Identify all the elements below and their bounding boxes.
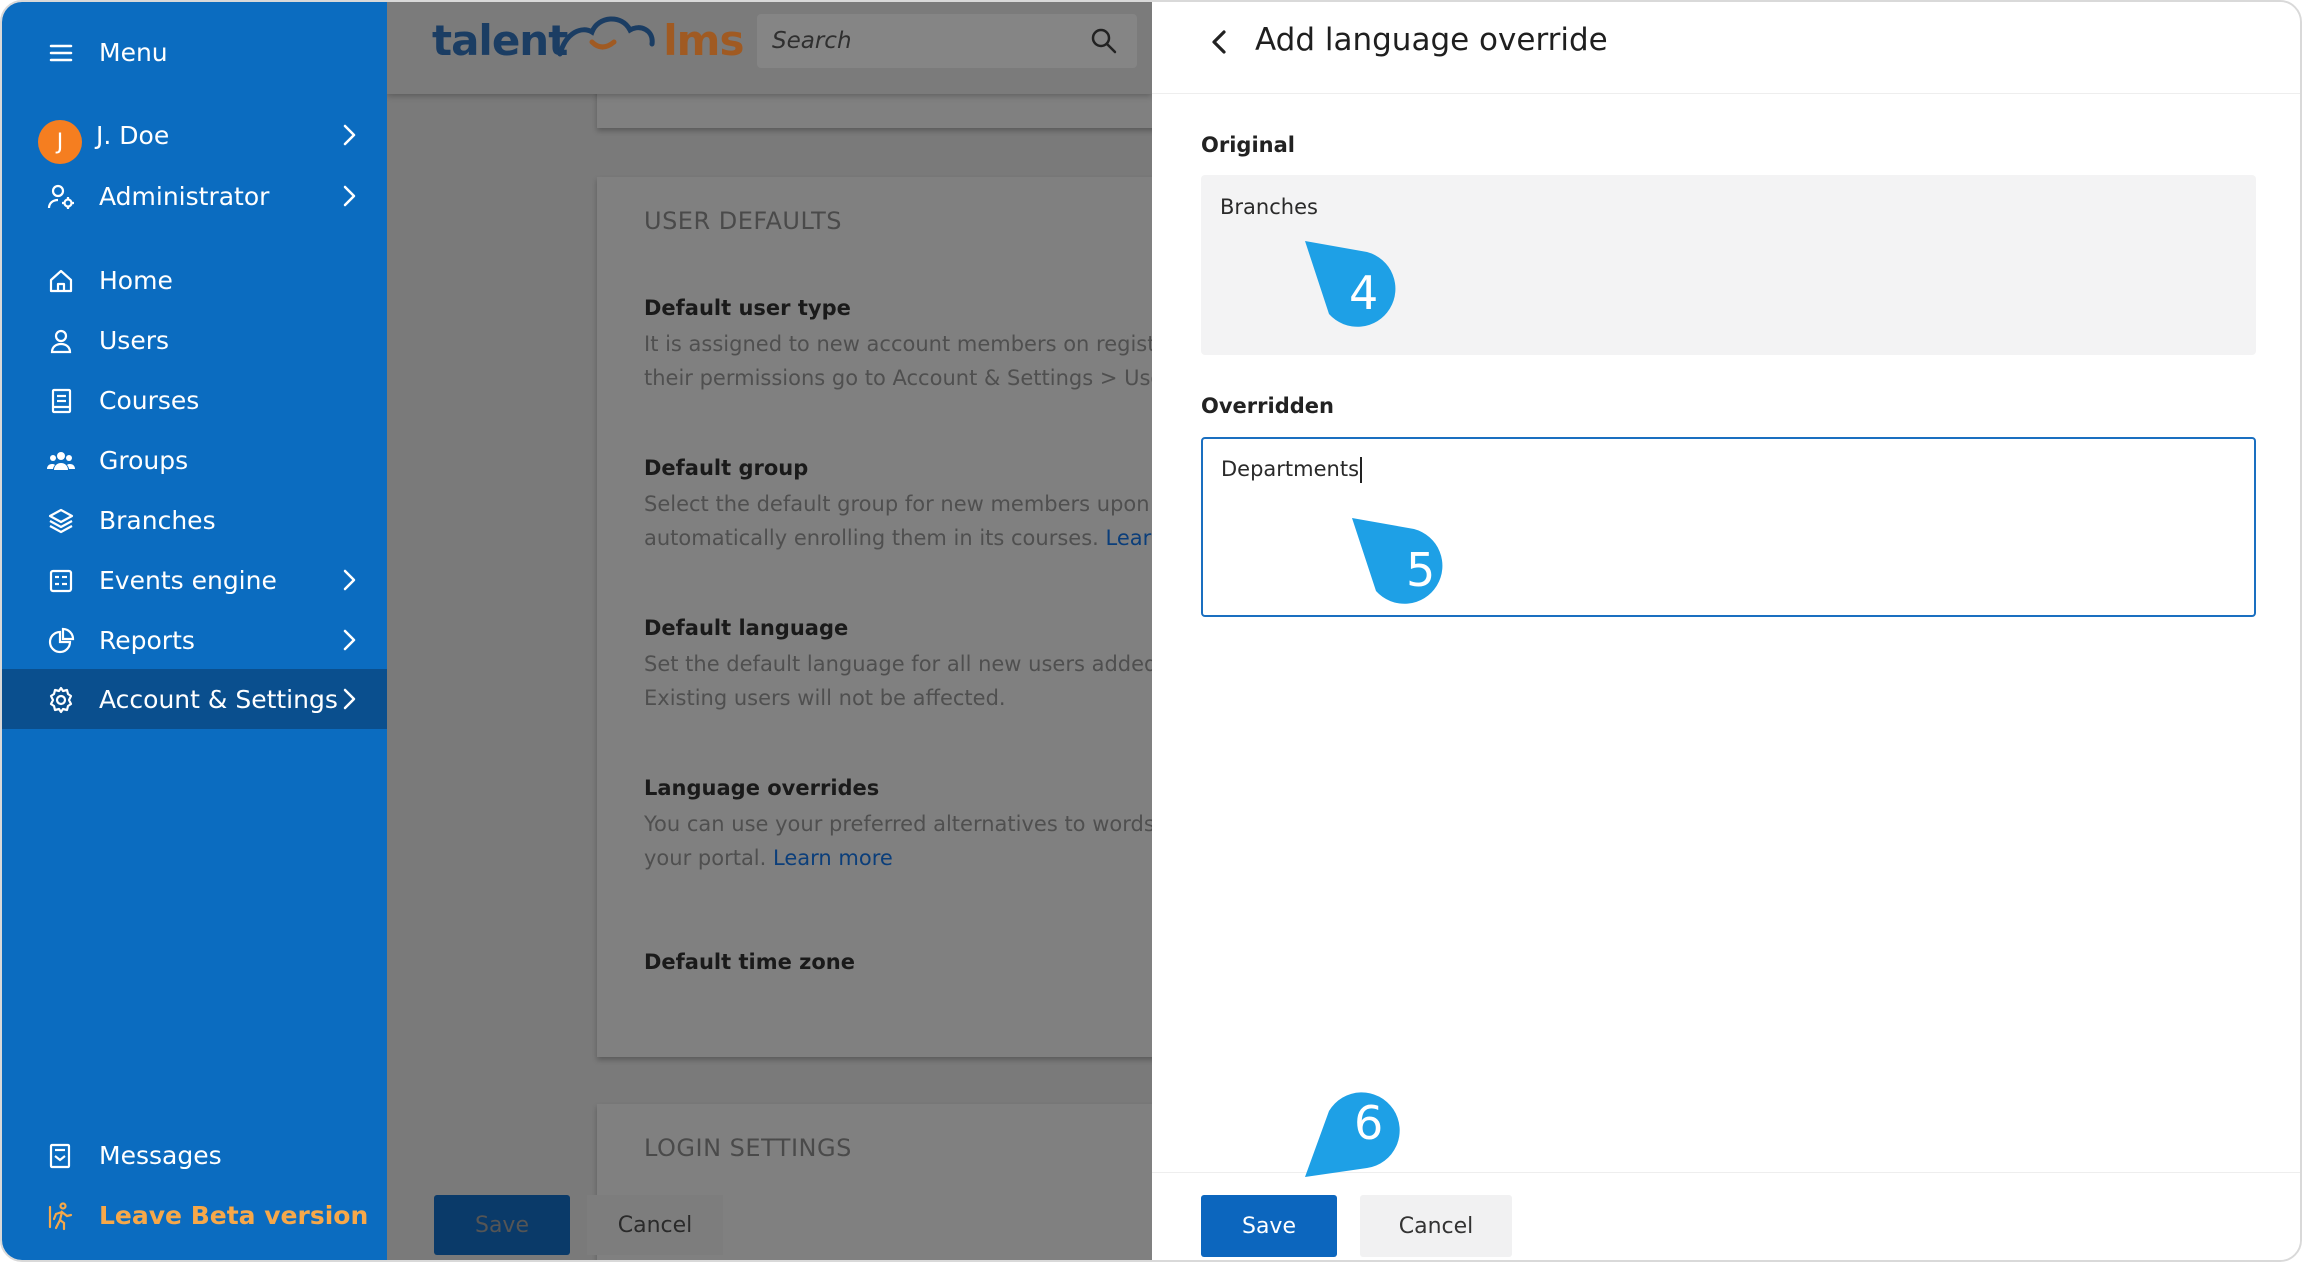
- background-cancel-button[interactable]: Cancel: [587, 1195, 723, 1255]
- exit-icon: [48, 1202, 73, 1231]
- learn-more-link[interactable]: Learn more: [773, 846, 893, 870]
- sidebar-item-reports[interactable]: Reports: [2, 610, 387, 670]
- sidebar-item-label: Events engine: [99, 565, 277, 595]
- learn-more-link[interactable]: Learn mo: [1106, 526, 1152, 550]
- background-save-button[interactable]: Save: [434, 1195, 570, 1255]
- chevron-right-icon: [343, 569, 356, 591]
- sidebar: Menu J J. Doe Administrator Home Users C…: [2, 2, 387, 1260]
- sidebar-item-label: Reports: [99, 625, 195, 655]
- cloud-logo-icon: [557, 16, 655, 57]
- messages-icon: [49, 1143, 71, 1169]
- book-icon: [51, 388, 72, 414]
- original-label: Original: [1201, 133, 1295, 157]
- sidebar-item-label: Courses: [99, 385, 200, 415]
- step-callout-4: 4: [1302, 238, 1412, 338]
- panel-header: Add language override: [1152, 2, 2300, 94]
- back-arrow-icon[interactable]: [1202, 24, 1238, 60]
- login-settings-title: LOGIN SETTINGS: [644, 1134, 852, 1162]
- default-group-label: Default group: [644, 456, 809, 480]
- save-button[interactable]: Save: [1201, 1195, 1337, 1257]
- sidebar-item-label: Users: [99, 325, 170, 355]
- sidebar-item-user[interactable]: J J. Doe: [2, 105, 387, 165]
- cancel-button[interactable]: Cancel: [1360, 1195, 1512, 1257]
- default-group-desc: Select the default group for new members…: [644, 487, 1152, 555]
- search-input[interactable]: Search: [757, 14, 1137, 68]
- hamburger-icon: [49, 44, 73, 62]
- chevron-right-icon: [343, 688, 356, 710]
- home-icon: [49, 269, 73, 293]
- leave-beta-label: Leave Beta version: [99, 1200, 369, 1230]
- language-override-panel: Add language override Original Branches …: [1152, 2, 2300, 1260]
- menu-label: Menu: [99, 37, 168, 67]
- role-label: Administrator: [99, 181, 270, 211]
- sidebar-item-label: Home: [99, 265, 173, 295]
- search-icon: [1091, 28, 1117, 54]
- groups-icon: [47, 452, 75, 470]
- sidebar-item-home[interactable]: Home: [2, 250, 387, 310]
- leave-beta-link[interactable]: Leave Beta version: [2, 1185, 387, 1245]
- chevron-right-icon: [343, 185, 356, 207]
- default-user-type-desc: It is assigned to new account members on…: [644, 332, 1152, 390]
- default-time-zone-label: Default time zone: [644, 950, 855, 974]
- sidebar-item-label: Branches: [99, 505, 216, 535]
- user-icon: [50, 329, 72, 354]
- avatar: J: [38, 120, 82, 164]
- sidebar-item-events-engine[interactable]: Events engine: [2, 550, 387, 610]
- default-language-desc: Set the default language for all new use…: [644, 652, 1152, 710]
- overridden-label: Overridden: [1201, 394, 1334, 418]
- app-window: Menu J J. Doe Administrator Home Users C…: [0, 0, 2302, 1262]
- overridden-value: Departments: [1221, 457, 1363, 483]
- sidebar-item-label: Groups: [99, 445, 189, 475]
- original-value: Branches: [1220, 195, 1318, 219]
- sidebar-item-users[interactable]: Users: [2, 310, 387, 370]
- sidebar-item-courses[interactable]: Courses: [2, 370, 387, 430]
- panel-title: Add language override: [1255, 22, 1608, 58]
- section-title: USER DEFAULTS: [644, 207, 842, 235]
- user-gear-icon: [47, 184, 74, 209]
- chevron-right-icon: [343, 124, 356, 146]
- events-icon: [49, 569, 73, 593]
- gear-icon: [49, 686, 73, 714]
- language-overrides-desc: You can use your preferred alternatives …: [644, 812, 1152, 870]
- language-overrides-label: Language overrides: [644, 776, 880, 800]
- default-user-type-label: Default user type: [644, 296, 851, 320]
- step-callout-5: 5: [1349, 515, 1459, 615]
- sidebar-item-administrator[interactable]: Administrator: [2, 166, 387, 226]
- chevron-right-icon: [343, 629, 356, 651]
- search-placeholder: Search: [772, 28, 852, 54]
- step-callout-6: 6: [1302, 1084, 1412, 1184]
- background-page: talent lms Search USER DEFAULTS Default u…: [387, 2, 1152, 1260]
- sidebar-item-groups[interactable]: Groups: [2, 430, 387, 490]
- sidebar-item-label: Account & Settings: [99, 684, 338, 714]
- sidebar-item-messages[interactable]: Messages: [2, 1125, 387, 1185]
- sidebar-item-label: Messages: [99, 1140, 222, 1170]
- default-language-label: Default language: [644, 616, 849, 640]
- text-caret: [1360, 457, 1363, 483]
- sidebar-item-branches[interactable]: Branches: [2, 490, 387, 550]
- sidebar-item-account-settings[interactable]: Account & Settings: [2, 669, 387, 729]
- pie-chart-icon: [48, 627, 75, 654]
- menu-toggle[interactable]: Menu: [2, 22, 387, 82]
- user-name: J. Doe: [96, 120, 170, 150]
- layers-icon: [48, 508, 74, 534]
- top-header: talent lms Search: [387, 2, 1152, 94]
